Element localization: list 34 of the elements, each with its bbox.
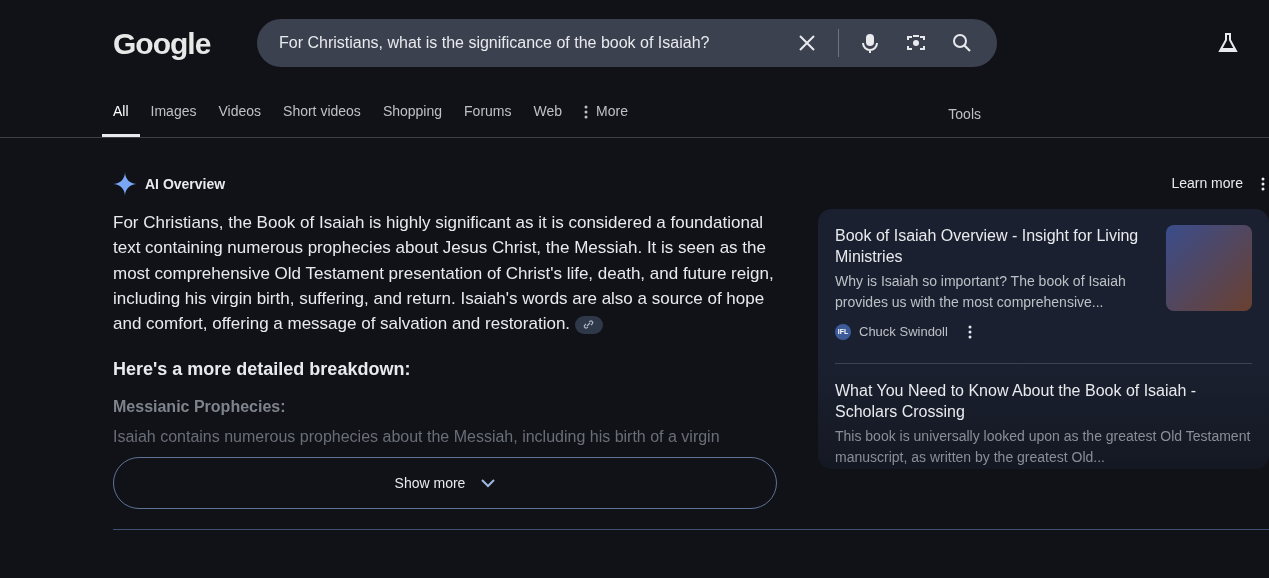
section-title: AI Overview — [145, 174, 226, 194]
search-icon — [951, 32, 973, 54]
link-button[interactable] — [574, 315, 603, 334]
source-title[interactable]: What You Need to Know About the Book of Isaiah - Scholars Crossing — [835, 380, 1252, 422]
tools-button[interactable]: Tools — [942, 103, 987, 137]
tab[interactable]: All — [102, 93, 140, 137]
learn-more-link[interactable]: Learn more — [1165, 172, 1249, 195]
search-input[interactable]: For Christians, what is the significance of the book of Isaiah? — [277, 30, 776, 56]
tab[interactable]: Short videos — [272, 93, 372, 137]
point-heading: Messianic Prophecies: — [113, 397, 287, 418]
tab[interactable]: Web — [522, 93, 574, 137]
tab[interactable]: Videos — [207, 93, 273, 137]
logo-text[interactable]: Google — [113, 20, 213, 66]
more-vert-icon — [1261, 176, 1265, 191]
sparkle-icon — [113, 172, 137, 196]
more-vert-icon — [967, 325, 972, 339]
source-site: Chuck Swindoll — [859, 323, 948, 342]
search-field[interactable]: For Christians, what is the significance of the book of Isaiah? — [257, 19, 997, 67]
show-more-button[interactable]: Show more — [113, 457, 777, 510]
microphone-icon — [859, 32, 881, 54]
source-snippet: Why is Isaiah so important? The book of Isaiah provides us with the most comprehensive... — [835, 272, 1127, 312]
subheading: Here's a more detailed breakdown: — [113, 358, 412, 382]
more-vert-icon — [584, 104, 589, 119]
source-title[interactable]: Book of Isaiah Overview - Insight for Living Ministries — [835, 225, 1150, 267]
tab[interactable]: Images — [139, 93, 208, 137]
source-snippet: This book is universally looked upon as the greatest Old Testament manuscript, as written by the greatest Old... — [835, 427, 1252, 467]
point-text: Isaiah contains numerous prophecies about the Messiah, including his birth of a virgin — [113, 427, 721, 448]
flask-icon — [1217, 32, 1239, 54]
chevron-down-icon — [481, 479, 496, 488]
link-icon — [583, 319, 595, 331]
summary-text: For Christians, the Book of Isaiah is highly significant as it is considered a foundational text containing numerous prophecies about Jesus Christ, the Messiah. It is seen as the most comprehensive Old Testament presentation of Christ's life, death, and future reign, including his virgin birth, suffering, and return. Isaiah's words are also a source of hope and comfort, offering a message of salvation and restoration. — [113, 212, 775, 336]
tab[interactable]: More — [573, 93, 639, 137]
tab[interactable]: Forums — [453, 93, 523, 137]
tab[interactable]: Shopping — [371, 93, 454, 137]
